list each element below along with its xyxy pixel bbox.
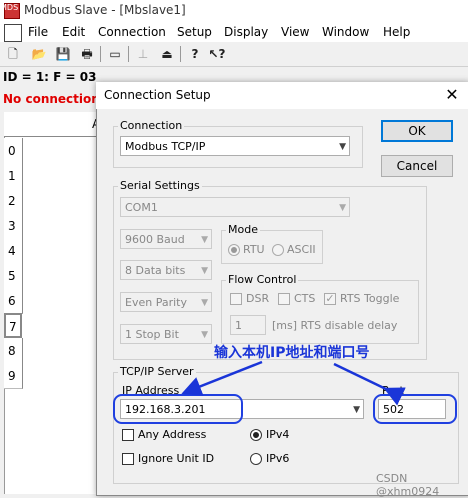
watermark: CSDN @xhm0924 xyxy=(376,472,440,498)
annotation-arrows xyxy=(181,360,406,406)
arrow-to-port-icon xyxy=(333,362,406,406)
arrow-to-ip-icon xyxy=(181,360,263,396)
